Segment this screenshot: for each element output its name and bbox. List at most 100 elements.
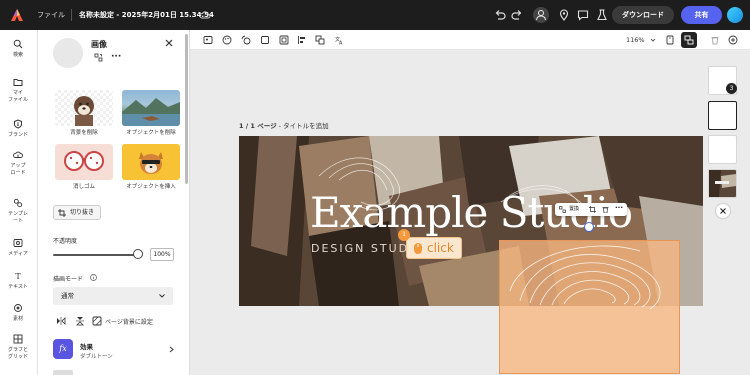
rail-item-charts-grids[interactable]: グラフと グリッド — [0, 334, 36, 360]
chevron-down-icon[interactable] — [650, 37, 656, 43]
fx-icon: fx — [53, 339, 73, 359]
blend-mode-label: 描画モード — [53, 276, 84, 283]
file-menu[interactable]: ファイル — [37, 10, 65, 20]
eraser-card[interactable] — [55, 144, 113, 180]
chevron-right-icon — [169, 346, 174, 353]
download-button[interactable]: ダウンロード — [612, 6, 674, 24]
rail-item-text[interactable]: T テキスト — [0, 271, 36, 291]
canvas-toolbar: 文A 116% — [190, 30, 750, 50]
rotate-handle[interactable] — [584, 222, 594, 232]
grid-icon — [13, 334, 23, 344]
chevron-down-icon — [159, 294, 165, 298]
replace-icon[interactable] — [559, 206, 566, 213]
elements-icon — [14, 304, 22, 312]
square-icon[interactable] — [260, 35, 270, 45]
rail-label: 検索 — [12, 52, 23, 58]
translate-icon[interactable]: 文A — [334, 35, 344, 45]
selected-image[interactable] — [499, 240, 680, 374]
mouse-icon — [414, 243, 422, 254]
rail-item-elements[interactable]: 素材 — [0, 303, 36, 323]
opacity-slider-handle[interactable] — [133, 249, 143, 259]
insert-object-card[interactable] — [122, 144, 180, 180]
rail-label: マイ ファイル — [7, 90, 28, 103]
replace-icon[interactable] — [94, 53, 103, 62]
layers-button[interactable] — [681, 32, 697, 48]
lake-thumbnail — [122, 98, 180, 126]
cloud-icon — [199, 11, 211, 19]
add-page-icon[interactable] — [728, 35, 738, 45]
crop-button[interactable]: 切り抜き — [53, 205, 101, 220]
location-icon[interactable] — [557, 8, 571, 22]
page-thumbnail[interactable] — [708, 135, 737, 164]
replace-button[interactable]: 置換 — [569, 203, 579, 216]
flip-horizontal-icon[interactable] — [56, 316, 66, 326]
left-rail: 検索 マイ ファイル B ブランド アップ ロード テンプレ ート メディア T… — [0, 30, 38, 375]
blend-mode-select[interactable]: 通常 — [53, 287, 173, 305]
page-label[interactable]: 1 / 1 ページ - タイトルを追加 — [239, 120, 329, 130]
click-label: click — [427, 241, 454, 255]
adobe-express-logo[interactable] — [11, 9, 23, 21]
undo-icon[interactable] — [493, 8, 507, 22]
glasses-thumbnail — [64, 151, 104, 171]
zoom-level[interactable]: 116% — [626, 36, 645, 44]
trash-icon[interactable] — [602, 206, 609, 213]
redo-icon[interactable] — [510, 8, 524, 22]
media-icon — [13, 239, 23, 247]
rail-item-search[interactable]: 検索 — [0, 39, 36, 59]
rail-item-media[interactable]: メディア — [0, 238, 36, 258]
rail-label: メディア — [8, 251, 28, 257]
rail-item-my-files[interactable]: マイ ファイル — [0, 77, 36, 103]
rail-item-brand[interactable]: B ブランド — [0, 119, 36, 139]
collaborator-button[interactable] — [533, 7, 549, 23]
svg-text:A: A — [339, 41, 343, 46]
crop-icon[interactable] — [589, 206, 596, 213]
more-options-icon[interactable]: ··· — [111, 52, 121, 62]
panel-title: 画像 — [91, 40, 107, 49]
more-options-icon[interactable]: ··· — [615, 202, 623, 215]
search-icon — [13, 39, 23, 49]
panel-next-item — [53, 370, 73, 375]
top-bar: ファイル 名称未設定 - 2025年2月01日 15.34.54 ダウンロード … — [0, 0, 750, 30]
panel-scrollbar[interactable] — [185, 34, 188, 184]
rail-item-upload[interactable]: アップ ロード — [0, 150, 36, 176]
close-pages-button[interactable] — [716, 204, 730, 218]
flask-icon[interactable] — [595, 8, 609, 22]
comment-icon[interactable] — [576, 8, 590, 22]
page-thumbnail-active[interactable] — [708, 101, 737, 130]
remove-background-card[interactable] — [55, 90, 113, 126]
document-title[interactable]: 名称未設定 - 2025年2月01日 15.34.54 — [79, 10, 214, 20]
image-adjust-icon[interactable] — [203, 35, 213, 45]
user-avatar[interactable] — [727, 7, 743, 23]
close-icon[interactable] — [164, 38, 174, 48]
page-number: 1 / 1 ページ — [239, 122, 277, 130]
rail-item-templates[interactable]: テンプレ ート — [0, 198, 36, 224]
rail-label: 素材 — [12, 316, 23, 322]
page-count-badge: 3 — [726, 83, 737, 94]
crop-label: 切り抜き — [70, 209, 95, 216]
animation-icon[interactable] — [241, 35, 251, 45]
align-icon[interactable] — [297, 35, 307, 45]
trash-icon[interactable] — [710, 35, 720, 45]
set-page-background-button[interactable]: ページ背景に設定 — [105, 317, 153, 326]
page-background-icon[interactable] — [92, 316, 102, 326]
info-icon[interactable] — [90, 274, 97, 281]
click-indicator: click — [406, 237, 462, 259]
frame-icon[interactable] — [279, 35, 289, 45]
effects-row[interactable]: fx 効果 ダブルトーン — [53, 339, 178, 361]
page-thumbnail-image[interactable] — [708, 169, 737, 198]
wood-ring-pattern — [509, 245, 661, 310]
insert-object-label: オブジェクトを挿入 — [126, 184, 176, 190]
dog-thumbnail — [74, 96, 94, 126]
image-thumbnail — [53, 38, 83, 68]
pages-icon[interactable] — [665, 35, 675, 45]
palette-icon[interactable] — [222, 35, 232, 45]
share-button[interactable]: 共有 — [681, 6, 722, 24]
rail-label: テキスト — [8, 284, 28, 290]
opacity-input[interactable]: 100% — [150, 248, 174, 261]
flip-vertical-icon[interactable] — [75, 316, 85, 326]
opacity-slider-track[interactable] — [53, 254, 137, 256]
arrange-icon[interactable] — [315, 35, 325, 45]
rail-label: ブランド — [7, 132, 28, 138]
remove-object-card[interactable] — [122, 90, 180, 126]
rail-label: グラフと グリッド — [7, 347, 28, 360]
